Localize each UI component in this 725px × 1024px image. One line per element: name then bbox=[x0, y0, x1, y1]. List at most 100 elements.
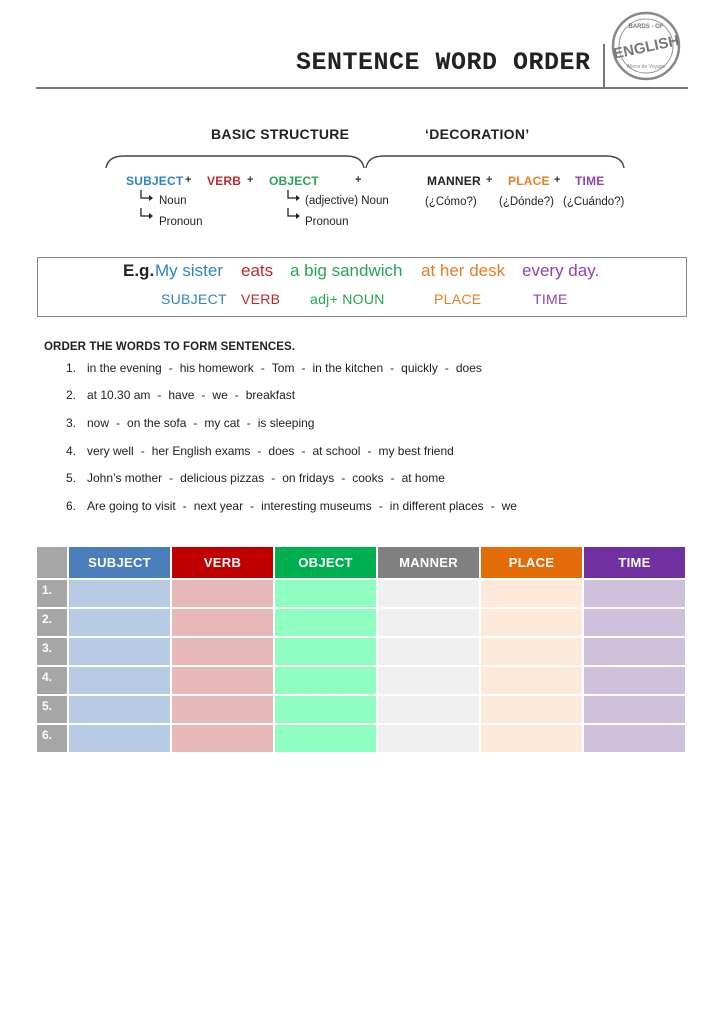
answer-cell-object[interactable] bbox=[275, 667, 378, 696]
answer-cell-place[interactable] bbox=[481, 609, 584, 638]
answer-cell-time[interactable] bbox=[584, 725, 687, 754]
example-time-label: TIME bbox=[533, 291, 568, 307]
word-chunk: on the sofa bbox=[127, 416, 187, 430]
answer-cell-subject[interactable] bbox=[69, 638, 172, 667]
answer-cell-time[interactable] bbox=[584, 667, 687, 696]
answer-cell-subject[interactable] bbox=[69, 725, 172, 754]
word-chunk: in different places bbox=[389, 499, 484, 513]
answer-cell-verb[interactable] bbox=[172, 725, 275, 754]
row-number: 3. bbox=[37, 638, 69, 667]
answer-cell-verb[interactable] bbox=[172, 580, 275, 609]
word-separator: - bbox=[201, 388, 206, 402]
example-object: a big sandwich bbox=[290, 261, 403, 280]
answer-cell-manner[interactable] bbox=[378, 725, 481, 754]
word-separator: - bbox=[301, 444, 306, 458]
exercise-number: 6. bbox=[66, 499, 77, 513]
word-separator: - bbox=[169, 471, 174, 485]
answer-cell-time[interactable] bbox=[584, 638, 687, 667]
decoration-brace bbox=[365, 155, 625, 169]
word-separator: - bbox=[260, 361, 265, 375]
place-label: PLACE bbox=[508, 174, 550, 188]
table-row: 6. bbox=[37, 725, 688, 754]
word-separator: - bbox=[157, 388, 162, 402]
answer-cell-place[interactable] bbox=[481, 580, 584, 609]
answer-cell-subject[interactable] bbox=[69, 609, 172, 638]
table-row: 3. bbox=[37, 638, 688, 667]
column-header-object: OBJECT bbox=[275, 547, 378, 580]
answer-cell-verb[interactable] bbox=[172, 667, 275, 696]
word-chunk: Tom bbox=[271, 361, 295, 375]
place-question: (¿Dónde?) bbox=[499, 196, 554, 208]
exercise-item: 2. at 10.30 am - have - we - breakfast bbox=[66, 388, 295, 402]
word-chunk: have bbox=[168, 388, 195, 402]
word-chunk: delicious pizzas bbox=[180, 471, 265, 485]
word-chunk: on fridays bbox=[282, 471, 335, 485]
english-stamp-logo: BARDS - OF ENGLISH Aliens de Voyage bbox=[611, 11, 681, 81]
answer-cell-subject[interactable] bbox=[69, 696, 172, 725]
subject-sub-pronoun: Pronoun bbox=[159, 216, 203, 228]
answer-cell-manner[interactable] bbox=[378, 638, 481, 667]
answer-cell-manner[interactable] bbox=[378, 609, 481, 638]
word-chunk: next year bbox=[193, 499, 244, 513]
word-separator: - bbox=[250, 499, 255, 513]
table-row: 2. bbox=[37, 609, 688, 638]
word-chunk: at 10.30 am bbox=[87, 388, 151, 402]
word-separator: - bbox=[444, 361, 449, 375]
column-header-verb: VERB bbox=[172, 547, 275, 580]
column-header-manner: MANNER bbox=[378, 547, 481, 580]
exercise-number: 5. bbox=[66, 471, 77, 485]
word-separator: - bbox=[390, 361, 395, 375]
example-time: every day. bbox=[522, 261, 600, 280]
answer-cell-verb[interactable] bbox=[172, 638, 275, 667]
answer-cell-subject[interactable] bbox=[69, 580, 172, 609]
answer-cell-manner[interactable] bbox=[378, 667, 481, 696]
word-chunk: in the evening bbox=[87, 361, 162, 375]
row-number: 2. bbox=[37, 609, 69, 638]
word-chunk: at school bbox=[312, 444, 361, 458]
answer-cell-time[interactable] bbox=[584, 609, 687, 638]
word-chunk: his homework bbox=[179, 361, 254, 375]
word-separator: - bbox=[390, 471, 395, 485]
word-chunk: does bbox=[455, 361, 482, 375]
example-subject-label: SUBJECT bbox=[161, 291, 227, 307]
answer-cell-place[interactable] bbox=[481, 638, 584, 667]
branch-arrow-icon bbox=[140, 208, 153, 219]
example-place-label: PLACE bbox=[434, 291, 482, 307]
branch-arrow-icon bbox=[287, 190, 300, 201]
answer-cell-verb[interactable] bbox=[172, 609, 275, 638]
word-separator: - bbox=[246, 416, 251, 430]
answer-cell-object[interactable] bbox=[275, 609, 378, 638]
exercise-item: 1. in the evening - his homework - Tom - in the… bbox=[66, 361, 482, 375]
answer-cell-object[interactable] bbox=[275, 725, 378, 754]
plus-sign: + bbox=[554, 174, 561, 186]
word-separator: - bbox=[116, 416, 121, 430]
word-chunk: cooks bbox=[352, 471, 384, 485]
exercise-number: 1. bbox=[66, 361, 77, 375]
word-chunk: at home bbox=[401, 471, 445, 485]
answer-cell-manner[interactable] bbox=[378, 696, 481, 725]
word-separator: - bbox=[271, 471, 276, 485]
word-chunk: my best friend bbox=[378, 444, 454, 458]
answer-cell-place[interactable] bbox=[481, 725, 584, 754]
answer-cell-verb[interactable] bbox=[172, 696, 275, 725]
answer-cell-object[interactable] bbox=[275, 696, 378, 725]
answer-cell-manner[interactable] bbox=[378, 580, 481, 609]
plus-sign: + bbox=[355, 174, 362, 186]
word-chunk: John’s mother bbox=[87, 471, 163, 485]
word-chunk: now bbox=[87, 416, 110, 430]
answer-cell-place[interactable] bbox=[481, 696, 584, 725]
word-separator: - bbox=[341, 471, 346, 485]
answer-cell-time[interactable] bbox=[584, 696, 687, 725]
answer-cell-subject[interactable] bbox=[69, 667, 172, 696]
answer-cell-time[interactable] bbox=[584, 580, 687, 609]
column-header-place: PLACE bbox=[481, 547, 584, 580]
answer-cell-object[interactable] bbox=[275, 580, 378, 609]
word-separator: - bbox=[182, 499, 187, 513]
word-chunk: my cat bbox=[204, 416, 240, 430]
answer-cell-place[interactable] bbox=[481, 667, 584, 696]
answer-cell-object[interactable] bbox=[275, 638, 378, 667]
column-header-time: TIME bbox=[584, 547, 687, 580]
branch-arrow-icon bbox=[287, 208, 300, 219]
word-separator: - bbox=[234, 388, 239, 402]
word-chunk: her English exams bbox=[151, 444, 251, 458]
